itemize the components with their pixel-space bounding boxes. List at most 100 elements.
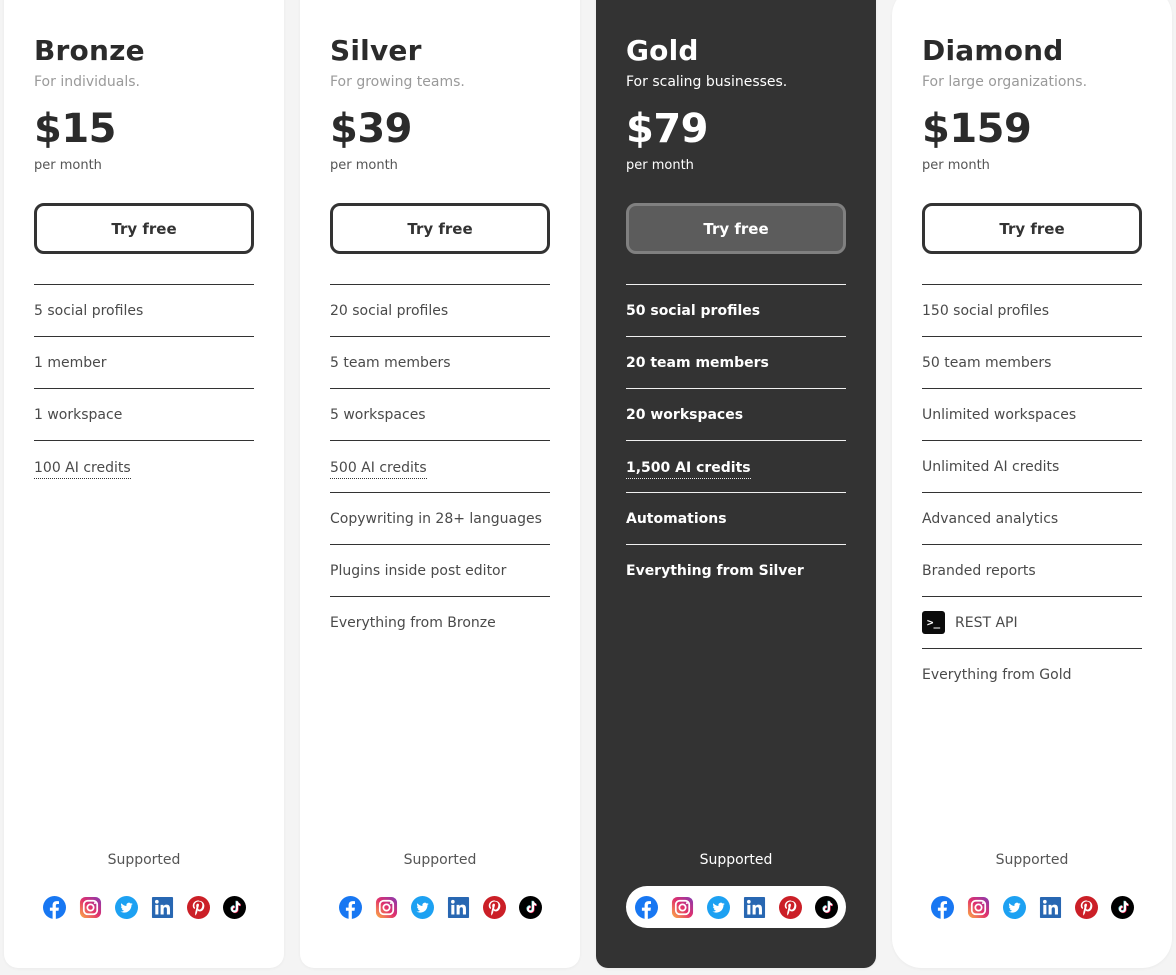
supported-label: Supported — [107, 852, 181, 868]
plan-description: For growing teams. — [330, 74, 465, 90]
feature-item: 50 team members — [922, 337, 1142, 389]
feature-label: 1 member — [34, 354, 107, 371]
feature-label: 50 social profiles — [626, 302, 761, 319]
plan-name: Diamond — [922, 34, 1064, 67]
feature-item: 150 social profiles — [922, 285, 1142, 337]
feature-label: 50 team members — [922, 354, 1052, 371]
plan-price: $79 — [626, 106, 709, 152]
feature-item: Unlimited AI credits — [922, 441, 1142, 493]
feature-label: Everything from Gold — [922, 667, 1072, 683]
try-free-button[interactable]: Try free — [34, 203, 254, 254]
feature-list: 5 social profiles 1 member 1 workspace 100 … — [34, 284, 254, 493]
feature-item: 1 workspace — [34, 389, 254, 441]
terminal-icon: >_ — [922, 611, 945, 634]
tiktok-icon — [814, 895, 838, 919]
pinterest-icon — [778, 895, 802, 919]
feature-tooltip-trigger[interactable]: 100 AI credits — [34, 460, 131, 479]
supported-networks — [626, 886, 846, 928]
feature-item: Copywriting in 28+ languages — [330, 493, 550, 545]
feature-item: 100 AI credits — [34, 441, 254, 493]
tiktok-icon — [1110, 895, 1134, 919]
feature-label: 20 workspaces — [626, 406, 744, 423]
plan-price: $39 — [330, 106, 413, 152]
feature-item: 500 AI credits — [330, 441, 550, 493]
feature-item: 20 social profiles — [330, 285, 550, 337]
feature-item: 20 team members — [626, 337, 846, 389]
plan-card-diamond: Diamond For large organizations. $159 pe… — [892, 0, 1172, 968]
linkedin-icon — [1039, 896, 1062, 919]
feature-label: 1 workspace — [34, 406, 123, 423]
feature-label: 5 workspaces — [330, 406, 426, 423]
feature-label: Branded reports — [922, 562, 1036, 579]
plan-card-bronze: Bronze For individuals. $15 per month Tr… — [4, 0, 284, 968]
feature-label: Advanced analytics — [922, 510, 1059, 527]
feature-label: Copywriting in 28+ languages — [330, 510, 542, 527]
plan-description: For large organizations. — [922, 74, 1088, 90]
feature-label: 20 social profiles — [330, 302, 449, 319]
feature-item: >_ REST API — [922, 597, 1142, 649]
plan-card-content: Silver For growing teams. $39 per month … — [330, 0, 550, 968]
feature-label: Automations — [626, 510, 727, 527]
feature-list: 20 social profiles 5 team members 5 worksp… — [330, 284, 550, 649]
feature-tooltip-trigger[interactable]: 1,500 AI credits — [626, 460, 751, 479]
feature-item: Branded reports — [922, 545, 1142, 597]
plan-description: For scaling businesses. — [626, 74, 788, 90]
plan-period: per month — [330, 158, 398, 173]
plan-card-content: Bronze For individuals. $15 per month Tr… — [34, 0, 254, 968]
instagram-icon — [967, 896, 990, 919]
feature-item: Plugins inside post editor — [330, 545, 550, 597]
feature-item: 20 workspaces — [626, 389, 846, 441]
try-free-button[interactable]: Try free — [626, 203, 846, 254]
feature-label: 20 team members — [626, 354, 769, 371]
plan-card-content: Gold For scaling businesses. $79 per mon… — [626, 0, 846, 968]
feature-item: Everything from Bronze — [330, 597, 550, 649]
try-free-button[interactable]: Try free — [922, 203, 1142, 254]
twitter-icon — [114, 895, 138, 919]
plan-price: $15 — [34, 106, 117, 152]
feature-item: 50 social profiles — [626, 285, 846, 337]
feature-item: Automations — [626, 493, 846, 545]
supported-label: Supported — [699, 852, 773, 868]
plan-period: per month — [922, 158, 990, 173]
plan-period: per month — [626, 158, 694, 173]
instagram-icon — [671, 896, 694, 919]
pinterest-icon — [186, 895, 210, 919]
supported-networks — [922, 886, 1142, 928]
instagram-icon — [79, 896, 102, 919]
plan-description: For individuals. — [34, 74, 141, 90]
feature-label: Unlimited workspaces — [922, 406, 1077, 423]
facebook-icon — [42, 895, 66, 919]
twitter-icon — [1002, 895, 1026, 919]
feature-item: 5 workspaces — [330, 389, 550, 441]
linkedin-icon — [447, 896, 470, 919]
tiktok-icon — [222, 895, 246, 919]
feature-label: Plugins inside post editor — [330, 562, 507, 579]
pinterest-icon — [1074, 895, 1098, 919]
feature-label: 150 social profiles — [922, 302, 1050, 319]
plan-name: Bronze — [34, 34, 145, 67]
feature-item: 5 social profiles — [34, 285, 254, 337]
feature-label: 5 social profiles — [34, 302, 144, 319]
pinterest-icon — [482, 895, 506, 919]
linkedin-icon — [743, 896, 766, 919]
linkedin-icon — [151, 896, 174, 919]
supported-label: Supported — [995, 852, 1069, 868]
feature-label: Everything from Bronze — [330, 615, 496, 631]
feature-label: Everything from Silver — [626, 563, 804, 579]
facebook-icon — [634, 895, 658, 919]
try-free-button[interactable]: Try free — [330, 203, 550, 254]
supported-networks — [330, 886, 550, 928]
plan-card-silver: Silver For growing teams. $39 per month … — [300, 0, 580, 968]
plan-name: Gold — [626, 34, 699, 67]
feature-label: Unlimited AI credits — [922, 458, 1060, 475]
feature-item: Advanced analytics — [922, 493, 1142, 545]
feature-item: 1 member — [34, 337, 254, 389]
feature-list: 50 social profiles 20 team members 20 work… — [626, 284, 846, 597]
feature-tooltip-trigger[interactable]: 500 AI credits — [330, 460, 427, 479]
supported-networks — [34, 886, 254, 928]
plan-name: Silver — [330, 34, 422, 67]
feature-item: 5 team members — [330, 337, 550, 389]
facebook-icon — [930, 895, 954, 919]
twitter-icon — [410, 895, 434, 919]
instagram-icon — [375, 896, 398, 919]
